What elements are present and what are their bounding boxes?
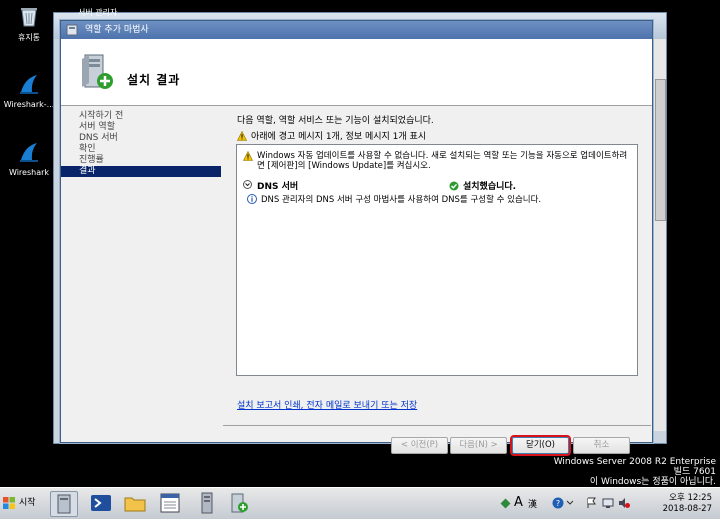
scrollbar-thumb[interactable] — [655, 79, 666, 221]
volume-muted-icon[interactable] — [618, 497, 630, 509]
ime-letter-indicator[interactable]: A — [514, 495, 523, 510]
svg-text:?: ? — [556, 499, 560, 508]
dialog-title: 역할 추가 마법사 — [85, 25, 149, 35]
next-button[interactable]: 다음(N) > — [450, 437, 507, 454]
server-add-icon — [231, 493, 248, 513]
input-indicator-icon[interactable] — [500, 498, 511, 509]
taskbar: 시작 A 漢 ? 오후 12:25 2018-08-27 — [0, 487, 720, 519]
help-icon[interactable]: ? — [552, 497, 564, 509]
server-tool-icon — [201, 492, 213, 514]
wizard-app-icon — [66, 24, 78, 36]
desktop-icon-label: 휴지통 — [17, 33, 41, 42]
nav-item-results[interactable]: 결과 — [61, 166, 221, 177]
update-warning: Windows 자동 업데이트를 사용할 수 없습니다. 새로 설치되는 역할 … — [243, 151, 633, 171]
windows-logo-icon — [3, 497, 15, 509]
server-manager-scrollbar[interactable] — [653, 39, 666, 431]
button-separator — [223, 425, 651, 426]
start-label: 시작 — [19, 498, 36, 508]
folder-icon — [124, 497, 146, 512]
success-check-icon — [449, 181, 459, 190]
warning-text: Windows 자동 업데이트를 사용할 수 없습니다. 새로 설치되는 역할 … — [257, 151, 628, 171]
clock-date: 2018-08-27 — [662, 504, 712, 514]
powershell-icon — [91, 495, 111, 511]
page-title: 설치 결과 — [127, 73, 181, 87]
desktop-icon-recycle-bin[interactable]: 휴지통 — [2, 4, 56, 43]
system-tray: A 漢 ? 오후 12:25 2018-08-27 — [494, 490, 720, 517]
role-name: DNS 서버 — [257, 182, 299, 192]
role-status-text: 설치했습니다. — [463, 182, 517, 192]
previous-button[interactable]: < 이전(P) — [391, 437, 448, 454]
wireshark-fin-icon — [20, 143, 38, 162]
info-icon — [247, 194, 257, 204]
desktop-icon-wireshark-shortcut[interactable]: Wireshark-... — [2, 72, 56, 109]
summary-text: 아래에 경고 메시지 1개, 정보 메시지 1개 표시 — [251, 132, 427, 142]
results-summary: 아래에 경고 메시지 1개, 정보 메시지 1개 표시 — [237, 129, 426, 142]
add-roles-wizard-dialog: 역할 추가 마법사 설치 결과 시작하기 전 서버 역할 DNS 서버 확인 진… — [60, 20, 653, 456]
taskbar-calendar-app[interactable] — [157, 491, 183, 515]
server-build: 빌드 7601 — [673, 467, 716, 477]
taskbar-explorer[interactable] — [122, 491, 148, 515]
dialog-titlebar[interactable]: 역할 추가 마법사 — [61, 21, 652, 39]
nav-item-dns-server[interactable]: DNS 서버 — [61, 133, 221, 144]
action-center-flag-icon[interactable] — [586, 497, 596, 509]
print-report-link[interactable]: 설치 보고서 인쇄, 전자 메일로 보내기 또는 저장 — [237, 398, 417, 411]
server-manager-title: 서버 관리자 — [78, 8, 118, 17]
close-button[interactable]: 닫기(O) — [510, 435, 571, 456]
warning-icon — [243, 151, 253, 161]
taskbar-server-manager[interactable] — [50, 491, 78, 517]
role-status: 설치했습니다. — [449, 179, 516, 192]
server-edition: Windows Server 2008 R2 Enterprise — [553, 457, 716, 467]
cancel-button[interactable]: 취소 — [573, 437, 630, 454]
taskbar-powershell[interactable] — [88, 491, 114, 515]
tray-menu-chevron-icon[interactable] — [566, 499, 574, 507]
start-button[interactable]: 시작 — [2, 492, 38, 514]
recycle-bin-icon — [21, 8, 37, 27]
results-intro-text: 다음 역할, 역할 서비스 또는 기능이 설치되었습니다. — [237, 116, 434, 126]
wizard-nav: 시작하기 전 서버 역할 DNS 서버 확인 진행률 결과 — [61, 106, 221, 441]
ime-hanja-indicator[interactable]: 漢 — [528, 497, 537, 510]
calendar-window-icon — [160, 493, 180, 513]
results-list: Windows 자동 업데이트를 사용할 수 없습니다. 새로 설치되는 역할 … — [236, 144, 638, 376]
wizard-buttons: < 이전(P) 다음(N) > 닫기(O) 취소 — [223, 429, 651, 459]
nav-item-confirmation[interactable]: 확인 — [61, 144, 221, 155]
wizard-header: 설치 결과 — [61, 39, 652, 106]
dns-info-message: DNS 관리자의 DNS 서버 구성 마법사를 사용하여 DNS를 구성할 수 … — [247, 193, 541, 205]
nav-item-progress[interactable]: 진행률 — [61, 155, 221, 166]
desktop-icon-label: Wireshark-... — [3, 100, 55, 109]
server-manager-icon — [57, 494, 71, 514]
nav-item-server-roles[interactable]: 서버 역할 — [61, 122, 221, 133]
taskbar-add-roles-wizard[interactable] — [226, 491, 252, 515]
clock-time: 오후 12:25 — [669, 493, 712, 503]
collapse-chevron-icon[interactable] — [243, 180, 252, 189]
windows-server-watermark: Windows Server 2008 R2 Enterprise 빌드 760… — [554, 457, 716, 487]
server-add-icon — [82, 54, 113, 89]
desktop-icon-wireshark[interactable]: Wireshark — [2, 140, 56, 177]
role-result-row[interactable]: DNS 서버 설치했습니다. — [243, 179, 633, 192]
clock[interactable]: 오후 12:25 2018-08-27 — [663, 493, 712, 515]
warning-icon — [237, 130, 247, 141]
info-text: DNS 관리자의 DNS 서버 구성 마법사를 사용하여 DNS를 구성할 수 … — [261, 195, 542, 205]
taskbar-server-tool[interactable] — [194, 491, 220, 515]
desktop-icon-label: Wireshark — [8, 168, 50, 177]
nav-item-before-you-begin[interactable]: 시작하기 전 — [61, 111, 221, 122]
wireshark-fin-icon — [20, 75, 38, 94]
genuine-notice: 이 Windows는 정품이 아닙니다. — [589, 477, 716, 487]
network-icon[interactable] — [602, 497, 614, 509]
wizard-content: 다음 역할, 역할 서비스 또는 기능이 설치되었습니다. 아래에 경고 메시지… — [223, 107, 651, 456]
